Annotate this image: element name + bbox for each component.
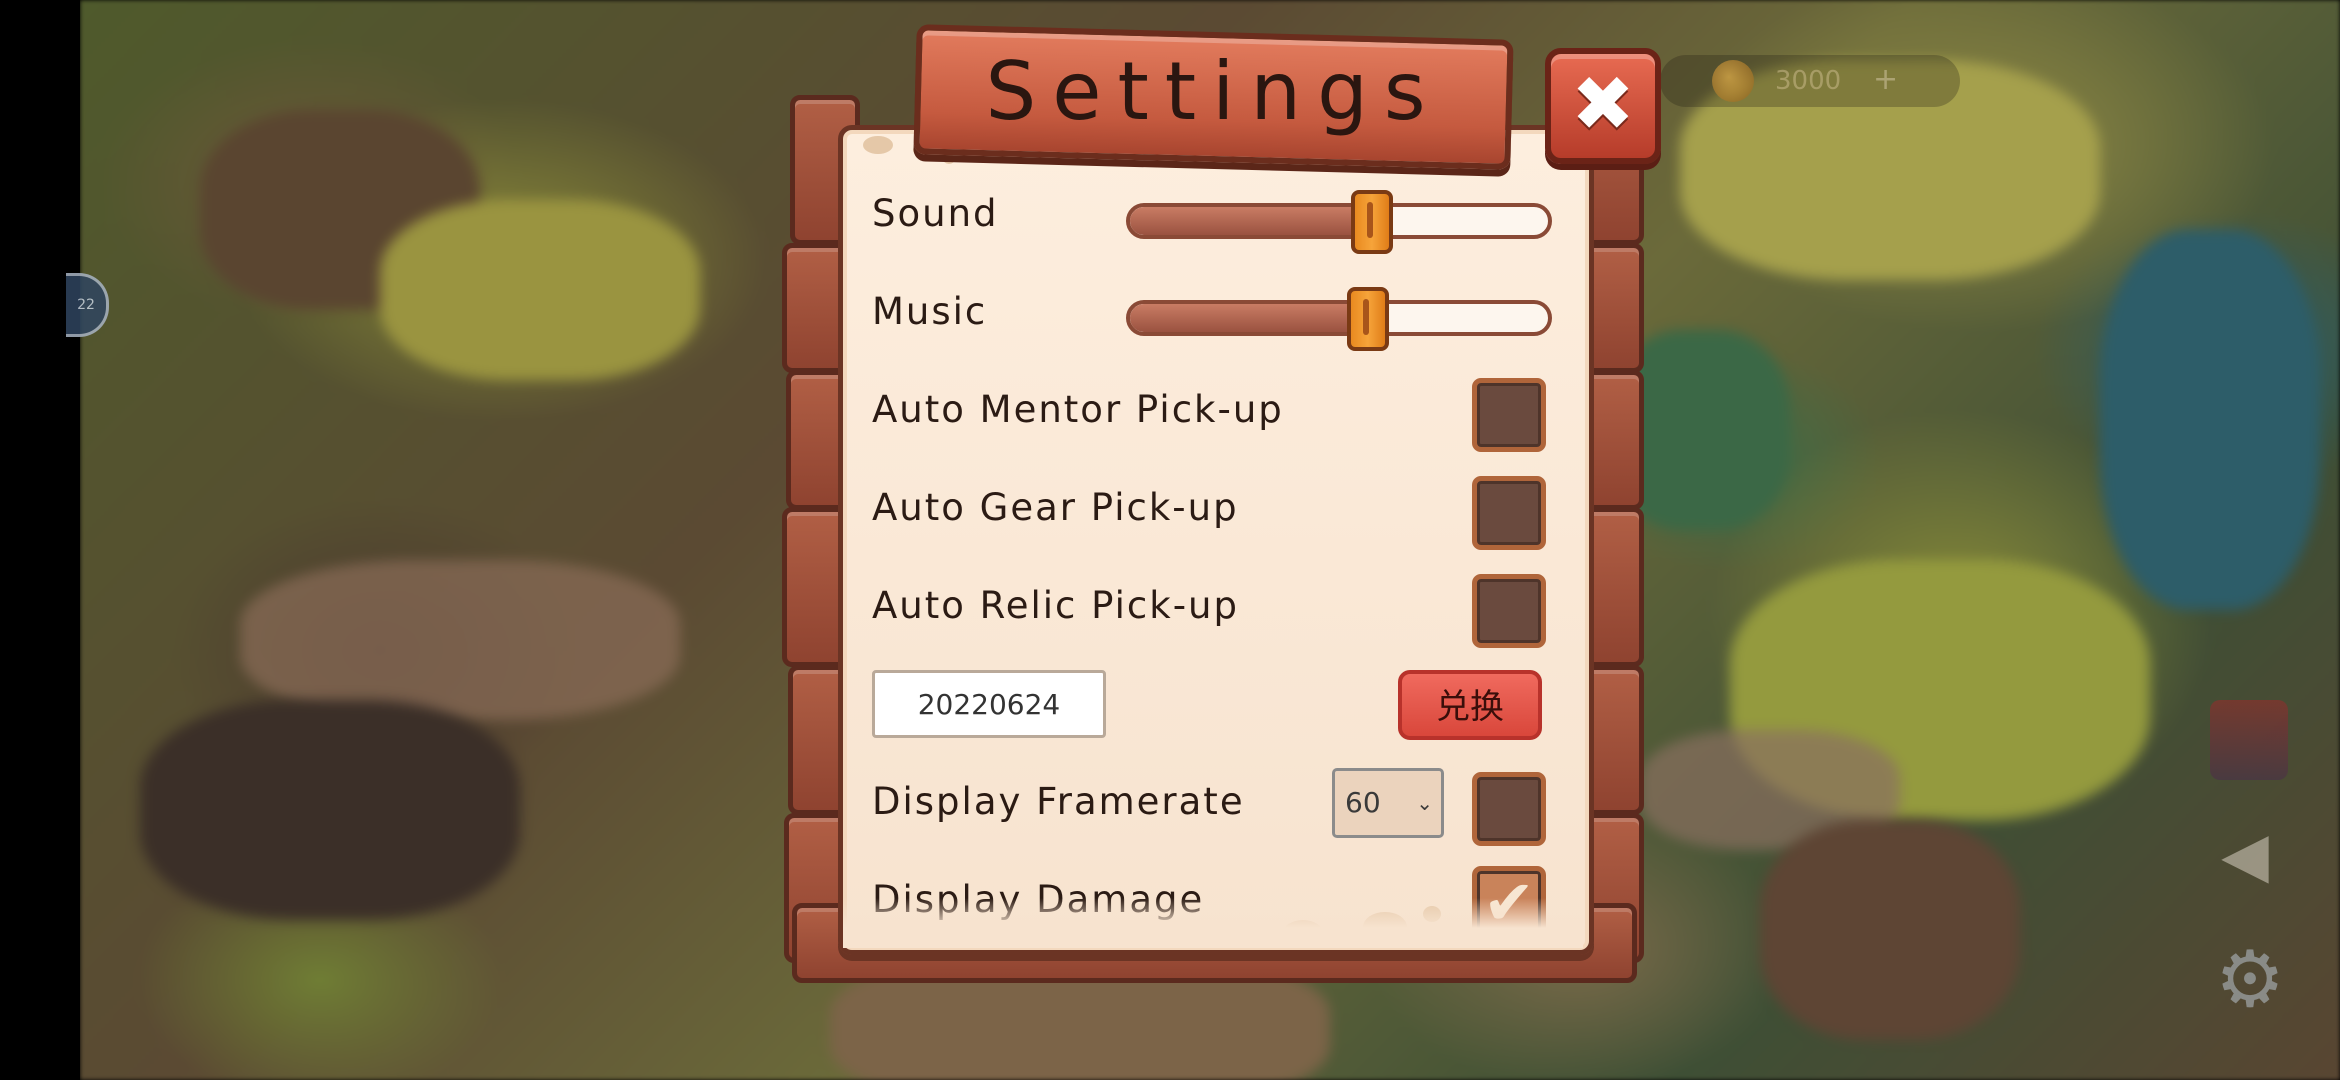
sound-slider[interactable] [1126, 203, 1552, 239]
sound-slider-fill [1130, 207, 1373, 235]
framerate-selected-value: 60 [1345, 786, 1381, 819]
scroll-fade [843, 898, 1583, 948]
music-slider-fill [1130, 304, 1369, 332]
auto-relic-label: Auto Relic Pick-up [872, 584, 1239, 627]
display-framerate-checkbox[interactable] [1472, 772, 1546, 846]
auto-relic-checkbox[interactable] [1472, 574, 1546, 648]
auto-gear-label: Auto Gear Pick-up [872, 486, 1239, 529]
auto-mentor-label: Auto Mentor Pick-up [872, 388, 1284, 431]
currency-value: 3000 [1775, 66, 1842, 96]
sound-slider-thumb[interactable] [1351, 190, 1394, 254]
check-icon [1477, 383, 1541, 447]
chevron-down-icon: ⌄ [1416, 791, 1433, 815]
close-button[interactable]: ✖ [1545, 48, 1661, 164]
gear-icon[interactable]: ⚙ [2210, 940, 2290, 1020]
add-currency-button[interactable]: + [1873, 62, 1898, 97]
check-icon [1477, 481, 1541, 545]
redeem-code-input[interactable] [872, 670, 1106, 738]
framerate-select[interactable]: 60 ⌄ [1332, 768, 1444, 838]
check-icon [1477, 579, 1541, 643]
page-title: Settings [985, 45, 1442, 138]
auto-gear-checkbox[interactable] [1472, 476, 1546, 550]
screen-edge [0, 0, 80, 1080]
music-label: Music [872, 290, 988, 333]
music-slider[interactable] [1126, 300, 1552, 336]
display-framerate-label: Display Framerate [872, 780, 1245, 823]
close-icon: ✖ [1571, 59, 1635, 148]
sound-label: Sound [872, 192, 999, 235]
gift-icon[interactable] [2210, 700, 2288, 780]
speaker-icon[interactable]: ◀ [2210, 820, 2280, 890]
coin-icon [1712, 60, 1754, 102]
redeem-button[interactable]: 兑换 [1398, 670, 1542, 740]
music-slider-thumb[interactable] [1347, 287, 1390, 351]
auto-mentor-checkbox[interactable] [1472, 378, 1546, 452]
check-icon [1477, 777, 1541, 841]
